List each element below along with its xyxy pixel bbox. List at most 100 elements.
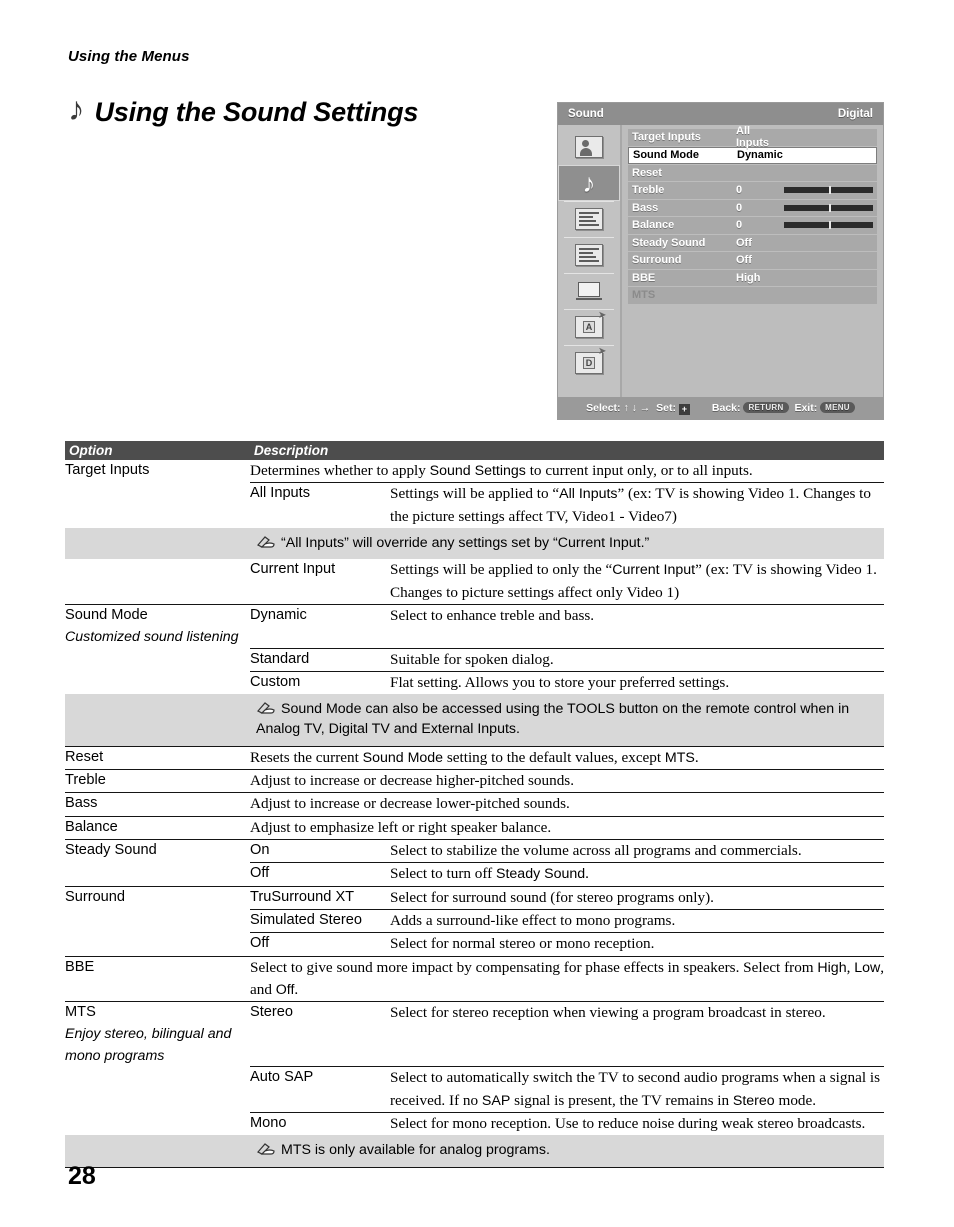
table-row: All Inputs Settings will be applied to “… <box>65 482 885 529</box>
table-row: Current Input Settings will be applied t… <box>65 559 884 604</box>
back-label: Back: <box>711 402 741 414</box>
desc-text: signal is present, the TV remains in <box>510 1091 733 1109</box>
osd-label: Treble <box>632 184 665 197</box>
description-cell: Resets the current Sound Mode setting to… <box>250 745 885 770</box>
description-cell: Adjust to emphasize left or right speake… <box>250 815 885 840</box>
option-name: Bass <box>65 792 250 817</box>
balance-slider[interactable] <box>784 221 873 230</box>
osd-rail-item-analog-setup[interactable]: A ➤ <box>558 309 620 345</box>
osd-rail-item-picture[interactable] <box>558 129 620 165</box>
osd-row-surround[interactable]: Surround Off <box>628 252 877 269</box>
osd-row-treble[interactable]: Treble 0 <box>628 182 877 199</box>
osd-label: Surround <box>632 254 682 267</box>
osd-body: ♪ A ➤ D ➤ Target Inputs All Inputs Sound… <box>558 125 883 397</box>
sub-option-name: On <box>250 838 390 863</box>
osd-row-steady-sound[interactable]: Steady Sound Off <box>628 234 877 251</box>
desc-text: Select to turn off <box>390 865 497 883</box>
osd-label: Reset <box>632 166 662 179</box>
description-cell: Select to turn off Steady Sound. <box>390 862 885 887</box>
sub-option-name: TruSurround XT <box>250 885 390 910</box>
option-name: BBE <box>65 955 250 1002</box>
tv-osd-screenshot: Sound Digital ♪ A ➤ D ➤ Target Inputs Al… <box>557 102 884 420</box>
option-name: MTS Enjoy stereo, bilingual and mono prog… <box>65 1001 250 1067</box>
desc-text: . <box>294 981 299 998</box>
osd-value: Dynamic <box>737 149 783 161</box>
description-cell: Adjust to increase or decrease higher-pi… <box>250 768 885 793</box>
return-key-icon: RETURN <box>743 402 789 413</box>
desc-emphasis: Low <box>854 959 881 976</box>
desc-text: to current input only, or to all inputs. <box>525 462 753 479</box>
osd-rail-item-channel[interactable] <box>558 201 620 237</box>
note-row: “All Inputs” will override any settings … <box>65 528 885 560</box>
osd-label: MTS <box>632 289 656 302</box>
table-row: MTS Enjoy stereo, bilingual and mono prog… <box>65 1001 885 1067</box>
osd-value: All Inputs <box>736 125 769 150</box>
music-note-icon: ♪ <box>68 92 85 128</box>
description-cell: Settings will be applied to “All Inputs”… <box>390 482 885 529</box>
table-row: Off Select to turn off Steady Sound. <box>65 862 885 887</box>
osd-value: 0 <box>736 219 743 232</box>
table-row: Surround TruSurround XT Select for surro… <box>65 885 885 910</box>
set-label: Set: <box>656 401 676 414</box>
desc-emphasis: Sound Settings <box>429 463 526 479</box>
picture-icon <box>575 136 603 158</box>
osd-row-bass[interactable]: Bass 0 <box>628 199 877 216</box>
settings-list-icon <box>575 244 603 266</box>
description-cell: Select for mono reception. Use to reduce… <box>390 1112 885 1136</box>
table-header-row: Option Description <box>65 441 885 460</box>
option-name: Surround <box>65 885 250 910</box>
option-name: Balance <box>65 815 250 840</box>
analog-setup-icon: A ➤ <box>575 311 606 338</box>
page-title: Using the Sound Settings <box>94 97 419 127</box>
exit-label: Exit: <box>794 402 818 414</box>
option-label: Sound Mode <box>65 606 148 623</box>
table-row: Sound Mode Customized sound listening Dyn… <box>65 603 885 649</box>
table-row: Off Select for normal stereo or mono rec… <box>65 932 885 957</box>
set-key-icon: + <box>678 403 690 415</box>
desc-emphasis: Current Input <box>612 562 696 579</box>
osd-row-sound-mode[interactable]: Sound Mode Dynamic <box>628 146 877 164</box>
description-cell: Flat setting. Allows you to store your p… <box>390 670 885 695</box>
note-cell: Sound Mode can also be accessed using th… <box>250 694 885 747</box>
pencil-note-icon <box>256 1142 276 1156</box>
description-cell: Adds a surround-like effect to mono prog… <box>390 908 885 933</box>
select-arrow-keys: ↑ ↓ → <box>623 401 651 414</box>
option-label: MTS <box>65 1004 96 1021</box>
option-name: Target Inputs <box>65 462 150 478</box>
osd-rail-item-sound[interactable]: ♪ <box>558 165 620 201</box>
description-cell: Select to give sound more impact by comp… <box>250 955 885 1002</box>
osd-rail-item-settings[interactable] <box>558 237 620 273</box>
desc-text: . <box>585 865 589 883</box>
note-text: “All Inputs” will override any settings … <box>281 535 650 552</box>
digital-setup-icon: D ➤ <box>575 347 606 374</box>
description-cell: Select to stabilize the volume across al… <box>390 838 885 863</box>
osd-footer-back-exit: Back: RETURN Exit: MENU <box>712 402 855 414</box>
desc-emphasis: Stereo <box>732 1092 775 1109</box>
table-row: Target Inputs Determines whether to appl… <box>65 460 884 483</box>
osd-label: Bass <box>632 201 659 214</box>
desc-emphasis: SAP <box>481 1092 511 1109</box>
desc-text: Settings will be applied to “ <box>390 485 560 503</box>
description-cell: Settings will be applied to only the “Cu… <box>390 559 884 604</box>
bass-slider[interactable] <box>784 203 873 212</box>
osd-row-target-inputs[interactable]: Target Inputs All Inputs <box>628 125 877 149</box>
running-head: Using the Menus <box>68 48 190 65</box>
osd-rail-item-screen[interactable] <box>558 273 620 309</box>
option-subtitle: Enjoy stereo, bilingual and mono program… <box>65 1026 232 1064</box>
table-row: Mono Select for mono reception. Use to r… <box>65 1112 885 1136</box>
treble-slider[interactable] <box>784 186 873 195</box>
table-row: Standard Suitable for spoken dialog. <box>65 647 885 672</box>
description-cell: Select for surround sound (for stereo pr… <box>390 885 885 910</box>
table-row: Bass Adjust to increase or decrease lowe… <box>65 792 885 817</box>
sub-option-name: Stereo <box>250 1001 390 1067</box>
osd-label: Sound Mode <box>633 149 699 161</box>
osd-rail-item-digital-setup[interactable]: D ➤ <box>558 345 620 381</box>
osd-row-bbe[interactable]: BBE High <box>628 269 877 286</box>
pencil-note-icon <box>256 701 276 715</box>
osd-footer: Select: ↑ ↓ → Set: + Back: RETURN Exit: … <box>558 397 883 419</box>
table-row: Custom Flat setting. Allows you to store… <box>65 670 885 695</box>
desc-emphasis: MTS <box>664 749 695 766</box>
osd-label: BBE <box>632 271 656 284</box>
osd-row-reset[interactable]: Reset <box>628 164 877 181</box>
osd-row-balance[interactable]: Balance 0 <box>628 217 877 234</box>
